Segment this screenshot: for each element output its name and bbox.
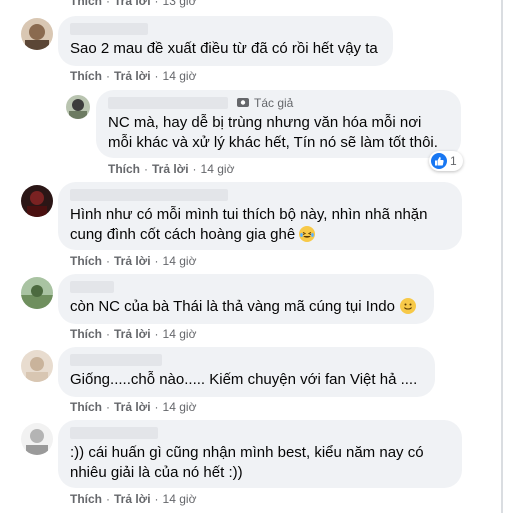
comment-actions: Thích · Trả lời · 14 giờ — [70, 492, 197, 506]
comment-bubble: Hình như có mỗi mình tui thích bộ này, n… — [58, 182, 462, 250]
avatar[interactable] — [66, 95, 90, 119]
reply-link[interactable]: Trả lời — [152, 162, 189, 176]
comment-text: Hình như có mỗi mình tui thích bộ này, n… — [70, 206, 428, 243]
like-link[interactable]: Thích — [70, 400, 102, 414]
avatar[interactable] — [21, 277, 53, 309]
author-name-redacted[interactable] — [70, 23, 148, 35]
author-name-redacted[interactable] — [70, 189, 228, 201]
like-reaction-icon — [431, 153, 447, 169]
comment-time[interactable]: 14 giờ — [163, 400, 197, 414]
like-link[interactable]: Thích — [108, 162, 140, 176]
reply-link[interactable]: Trả lời — [114, 69, 151, 83]
author-badge: Tác giả — [236, 96, 293, 110]
reply-link[interactable]: Trả lời — [114, 254, 151, 268]
comment-actions: Thích · Trả lời · 14 giờ — [108, 162, 235, 176]
comment-bubble: :)) cái huấn gì cũng nhận mình best, kiể… — [58, 420, 462, 488]
comment-actions: Thích · Trả lời · 14 giờ — [70, 69, 197, 83]
comment-time[interactable]: 13 giờ — [163, 0, 197, 8]
comment-text: Giống.....chỗ nào..... Kiếm chuyện với f… — [70, 371, 418, 388]
like-link[interactable]: Thích — [70, 327, 102, 341]
avatar[interactable] — [21, 350, 53, 382]
reply-link[interactable]: Trả lời — [114, 0, 151, 8]
reaction-number: 1 — [450, 154, 457, 168]
reply-link[interactable]: Trả lời — [114, 327, 151, 341]
avatar-image — [21, 18, 53, 50]
like-link[interactable]: Thích — [70, 254, 102, 268]
microphone-badge-icon — [237, 98, 249, 107]
comment-bubble: Giống.....chỗ nào..... Kiếm chuyện với f… — [58, 347, 435, 397]
comment-actions: Thích · Trả lời · 14 giờ — [70, 400, 197, 414]
reaction-count[interactable]: 1 — [429, 151, 463, 171]
comment-bubble: Sao 2 mau đề xuất điều từ đã có rồi hết … — [58, 16, 393, 66]
comment-time[interactable]: 14 giờ — [201, 162, 235, 176]
avatar-image — [21, 350, 53, 382]
avatar-image — [66, 95, 90, 119]
avatar[interactable] — [21, 185, 53, 217]
author-badge-label: Tác giả — [254, 96, 294, 110]
avatar[interactable] — [21, 18, 53, 50]
reply-link[interactable]: Trả lời — [114, 492, 151, 506]
laughing-tears-emoji — [299, 226, 316, 242]
author-name-redacted[interactable] — [70, 281, 114, 293]
comment-actions: Thích · Trả lời · 14 giờ — [70, 254, 197, 268]
comment-bubble: Tác giả NC mà, hay dễ bị trùng nhưng văn… — [96, 90, 461, 158]
comment-actions: Thích · Trả lời · 14 giờ — [70, 327, 197, 341]
comment-text: còn NC của bà Thái là thả vàng mã cúng t… — [70, 298, 395, 315]
avatar-image — [21, 185, 53, 217]
author-name-redacted[interactable] — [108, 97, 228, 109]
like-link[interactable]: Thích — [70, 0, 102, 8]
comment-bubble: còn NC của bà Thái là thả vàng mã cúng t… — [58, 274, 434, 324]
comment-actions-top: Thích · Trả lời · 13 giờ — [70, 0, 196, 8]
author-name-redacted[interactable] — [70, 354, 162, 366]
comment-time[interactable]: 14 giờ — [163, 69, 197, 83]
author-name-redacted[interactable] — [70, 427, 158, 439]
comment-body: còn NC của bà Thái là thả vàng mã cúng t… — [70, 297, 416, 317]
avatar-image — [21, 423, 53, 455]
comment-text: Sao 2 mau đề xuất điều từ đã có rồi hết … — [70, 40, 378, 57]
comment-text: NC mà, hay dễ bị trùng nhưng văn hóa mỗi… — [108, 114, 438, 151]
avatar[interactable] — [21, 423, 53, 455]
comment-body: Hình như có mỗi mình tui thích bộ này, n… — [70, 205, 428, 245]
like-link[interactable]: Thích — [70, 492, 102, 506]
comment-thread: Thích · Trả lời · 13 giờ Sao 2 mau đề xuất đ… — [0, 0, 503, 513]
comment-time[interactable]: 14 giờ — [163, 492, 197, 506]
comment-time[interactable]: 14 giờ — [163, 327, 197, 341]
comment-text: :)) cái huấn gì cũng nhận mình best, kiể… — [70, 444, 424, 481]
comment-time[interactable]: 14 giờ — [163, 254, 197, 268]
avatar-image — [21, 277, 53, 309]
smiling-face-emoji — [399, 298, 416, 314]
like-link[interactable]: Thích — [70, 69, 102, 83]
reply-link[interactable]: Trả lời — [114, 400, 151, 414]
